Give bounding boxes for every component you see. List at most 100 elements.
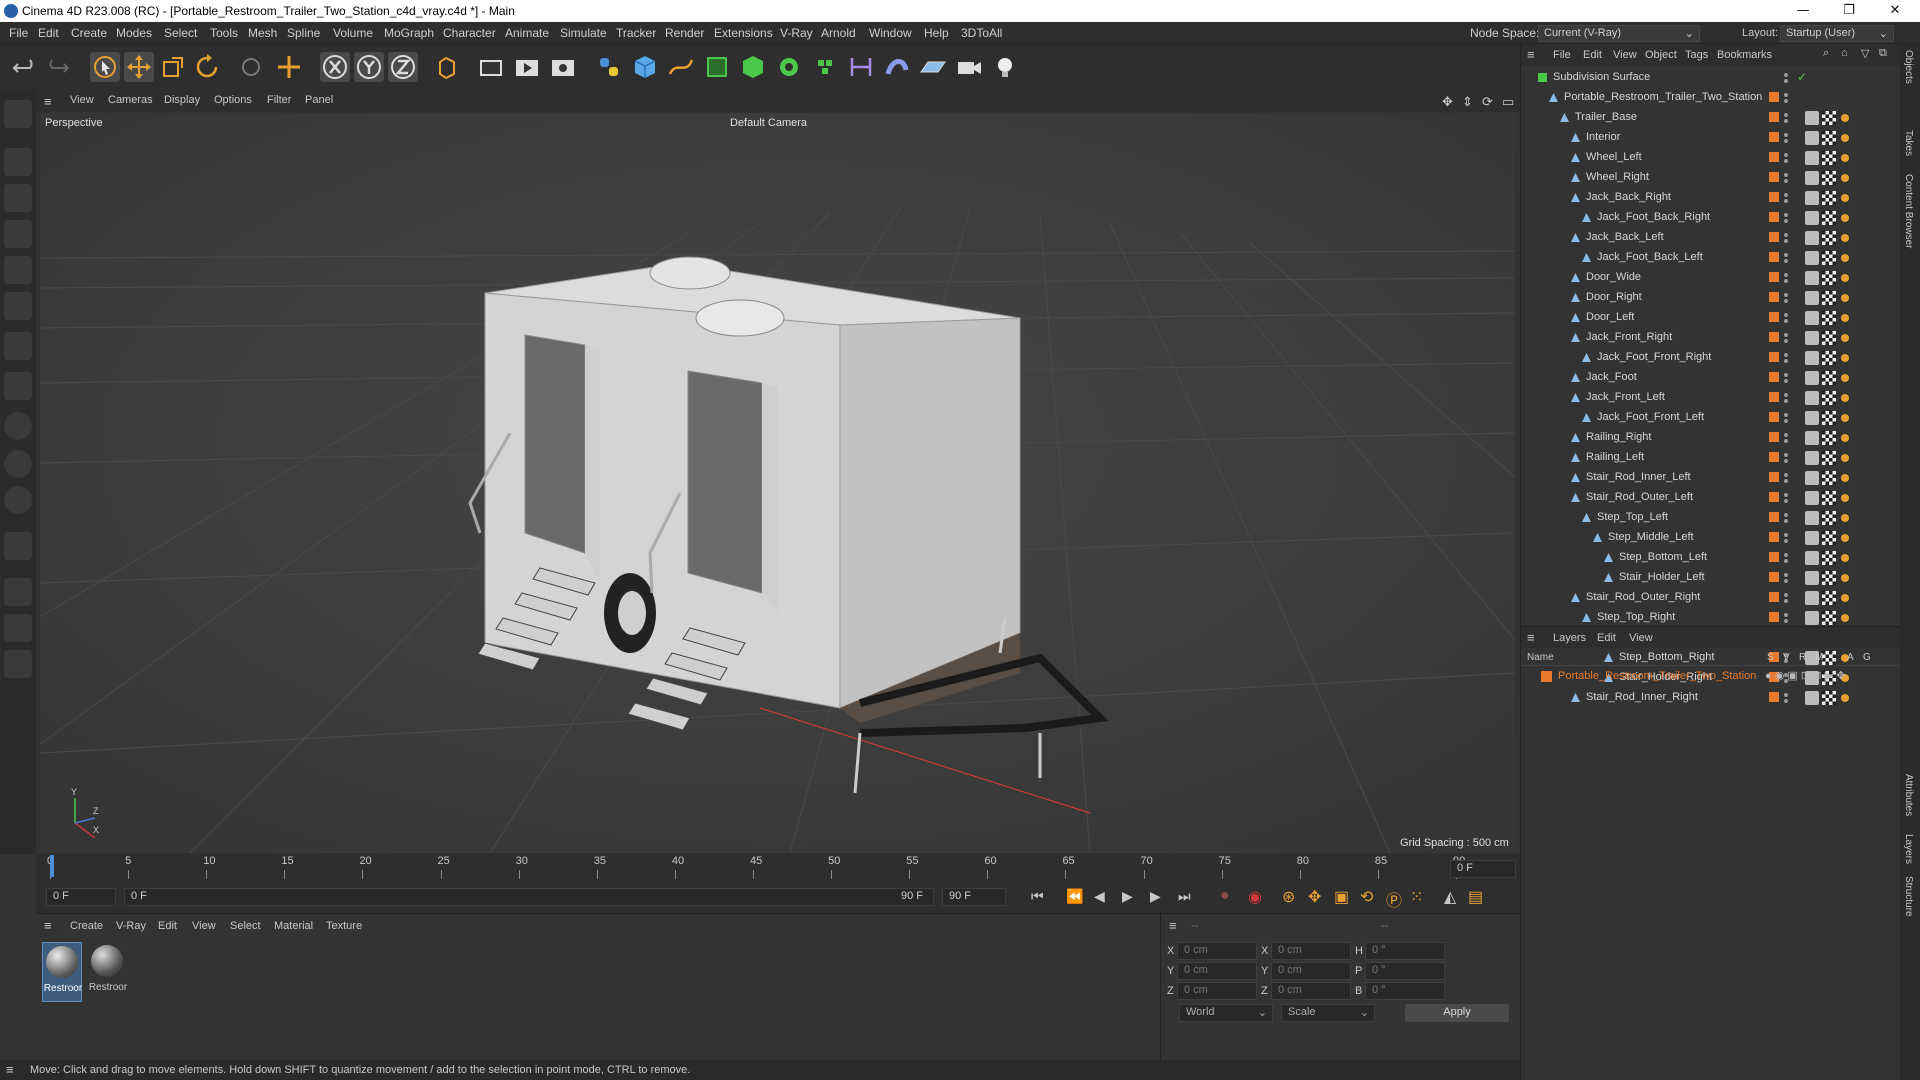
object-row[interactable]: Stair_Rod_Inner_Left <box>1521 468 1901 488</box>
layer-tag-icon[interactable] <box>1769 132 1779 142</box>
vray-tag-icon[interactable] <box>1805 511 1819 525</box>
visibility-dots-icon[interactable] <box>1783 291 1789 305</box>
hamburger-icon[interactable]: ≡ <box>6 1062 14 1077</box>
menu-tools[interactable]: Tools <box>210 26 238 40</box>
viewport-rotate-icon[interactable]: ⟳ <box>1482 94 1493 110</box>
record-keys-icon[interactable]: ● <box>1220 887 1230 905</box>
make-editable-icon[interactable] <box>4 100 32 128</box>
step-back-icon[interactable]: ◀ <box>1094 888 1105 905</box>
menu-vray[interactable]: V-Ray <box>780 26 813 40</box>
previous-key-icon[interactable]: ⏪ <box>1066 888 1083 905</box>
layer-tag-icon[interactable] <box>1769 152 1779 162</box>
filter-icon[interactable]: ▽ <box>1861 47 1869 60</box>
visibility-dots-icon[interactable] <box>1783 371 1789 385</box>
menu-mesh[interactable]: Mesh <box>248 26 277 40</box>
layer-tag-icon[interactable] <box>1769 352 1779 362</box>
texture-tag-icon[interactable] <box>1822 311 1836 325</box>
hamburger-icon[interactable]: ≡ <box>44 918 52 933</box>
object-row[interactable]: Door_Right <box>1521 288 1901 308</box>
autokey-icon[interactable]: ◉ <box>1248 887 1262 907</box>
layer-tag-icon[interactable] <box>1769 312 1779 322</box>
menu-tracker[interactable]: Tracker <box>616 26 656 40</box>
layer-row[interactable]: Portable_Restroom_Trailer_Two_Station ● … <box>1521 668 1901 686</box>
object-row[interactable]: Jack_Foot_Back_Right <box>1521 208 1901 228</box>
layer-tag-icon[interactable] <box>1769 212 1779 222</box>
coord-value-field[interactable]: 0 cm <box>1177 982 1257 1000</box>
visibility-dots-icon[interactable] <box>1783 151 1789 165</box>
scale-mode-dropdown[interactable]: Scale ⌄ <box>1281 1004 1375 1022</box>
environment-icon[interactable] <box>882 52 912 82</box>
texture-tag-icon[interactable] <box>1822 611 1836 625</box>
playhead[interactable] <box>50 855 54 877</box>
mat-menu-material[interactable]: Material <box>274 920 313 932</box>
material-tag-icon[interactable] <box>1839 371 1851 385</box>
menu-file[interactable]: File <box>9 26 28 40</box>
object-row[interactable]: Step_Bottom_Left <box>1521 548 1901 568</box>
hamburger-icon[interactable]: ≡ <box>1527 630 1535 645</box>
object-row[interactable]: Railing_Right <box>1521 428 1901 448</box>
go-to-end-icon[interactable]: ⏭ <box>1178 888 1191 905</box>
tab-content-browser[interactable]: Content Browser <box>1903 174 1914 248</box>
visibility-dots-icon[interactable] <box>1783 411 1789 425</box>
x-axis-lock-icon[interactable] <box>320 52 350 82</box>
subdivision-icon[interactable] <box>702 52 732 82</box>
mat-menu-view[interactable]: View <box>192 920 216 932</box>
texture-tag-icon[interactable] <box>1822 511 1836 525</box>
object-axis-icon[interactable] <box>4 332 32 360</box>
texture-tag-icon[interactable] <box>1822 471 1836 485</box>
menu-mograph[interactable]: MoGraph <box>384 26 434 40</box>
planar-workplane-icon[interactable] <box>4 578 32 606</box>
vray-tag-icon[interactable] <box>1805 311 1819 325</box>
layer-tag-icon[interactable] <box>1769 552 1779 562</box>
layer-tag-icon[interactable] <box>1769 192 1779 202</box>
visibility-dots-icon[interactable] <box>1783 271 1789 285</box>
menu-window[interactable]: Window <box>869 26 912 40</box>
layer-tag-icon[interactable] <box>1769 452 1779 462</box>
viewport-zoom-icon[interactable]: ⇕ <box>1462 94 1473 110</box>
material-tag-icon[interactable] <box>1839 311 1851 325</box>
visibility-dots-icon[interactable] <box>1783 351 1789 365</box>
locked-workplane-icon[interactable] <box>4 650 32 678</box>
visibility-dots-icon[interactable] <box>1783 551 1789 565</box>
texture-tag-icon[interactable] <box>1822 591 1836 605</box>
material-tag-icon[interactable] <box>1839 231 1851 245</box>
apply-button[interactable]: Apply <box>1405 1004 1509 1022</box>
menu-animate[interactable]: Animate <box>505 26 549 40</box>
layer-tag-icon[interactable] <box>1769 592 1779 602</box>
render-icon[interactable] <box>512 52 542 82</box>
model-mode-icon[interactable] <box>4 148 32 176</box>
texture-tag-icon[interactable] <box>1822 231 1836 245</box>
visibility-dots-icon[interactable] <box>1783 251 1789 265</box>
transform-icon[interactable] <box>274 52 304 82</box>
camera-icon[interactable] <box>954 52 984 82</box>
vray-tag-icon[interactable] <box>1805 371 1819 385</box>
vray-tag-icon[interactable] <box>1805 231 1819 245</box>
visibility-dots-icon[interactable] <box>1783 571 1789 585</box>
menu-arnold[interactable]: Arnold <box>821 26 856 40</box>
viewport-maximize-icon[interactable]: ▭ <box>1502 94 1514 110</box>
texture-tag-icon[interactable] <box>1822 411 1836 425</box>
y-axis-lock-icon[interactable] <box>354 52 384 82</box>
layer-tag-icon[interactable] <box>1769 292 1779 302</box>
visibility-dots-icon[interactable] <box>1783 171 1789 185</box>
layer-tag-icon[interactable] <box>1769 112 1779 122</box>
quantize-icon[interactable] <box>4 486 32 514</box>
position-track-icon[interactable]: ✥ <box>1308 887 1321 907</box>
texture-tag-icon[interactable] <box>1822 131 1836 145</box>
texture-tag-icon[interactable] <box>1822 271 1836 285</box>
texture-tag-icon[interactable] <box>1822 531 1836 545</box>
layer-tag-icon[interactable] <box>1769 472 1779 482</box>
polygons-mode-icon[interactable] <box>4 292 32 320</box>
material-tag-icon[interactable] <box>1839 571 1851 585</box>
coord-value-field[interactable]: 0 cm <box>1271 982 1351 1000</box>
texture-tag-icon[interactable] <box>1822 691 1836 705</box>
visibility-dots-icon[interactable] <box>1783 211 1789 225</box>
3d-viewport[interactable]: Perspective Default Camera Grid Spacing … <box>40 113 1515 853</box>
material-tag-icon[interactable] <box>1839 271 1851 285</box>
vray-tag-icon[interactable] <box>1805 111 1819 125</box>
camera-name[interactable]: Default Camera <box>730 117 807 129</box>
menu-3dtoall[interactable]: 3DToAll <box>961 26 1002 40</box>
material-tag-icon[interactable] <box>1839 551 1851 565</box>
material-tag-icon[interactable] <box>1839 191 1851 205</box>
layers-menu-layers[interactable]: Layers <box>1553 632 1586 644</box>
